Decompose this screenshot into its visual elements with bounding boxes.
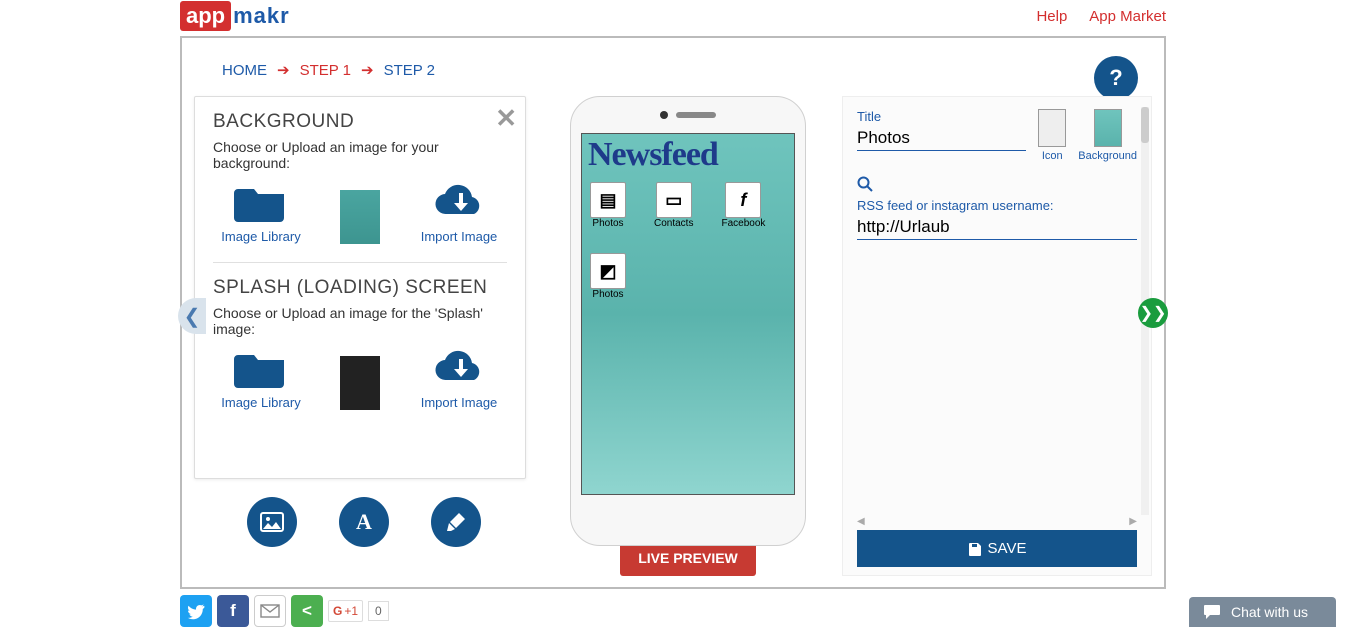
save-button[interactable]: SAVE bbox=[857, 530, 1137, 567]
cloud-download-icon bbox=[432, 347, 486, 389]
splash-thumbnail bbox=[340, 356, 380, 410]
help-link[interactable]: Help bbox=[1036, 8, 1067, 25]
breadcrumb-step2[interactable]: STEP 2 bbox=[384, 62, 435, 79]
icon-label: Icon bbox=[1042, 150, 1063, 162]
import-image-label: Import Image bbox=[421, 395, 498, 410]
brush-tool-button[interactable] bbox=[431, 497, 481, 547]
background-subtitle: Choose or Upload an image for your backg… bbox=[213, 139, 507, 171]
picture-icon bbox=[260, 512, 284, 532]
breadcrumb-arrow-icon: ➔ bbox=[277, 61, 290, 79]
title-label: Title bbox=[857, 109, 1026, 124]
app-tile-icon: ▭ bbox=[656, 182, 692, 218]
background-card: ✕ BACKGROUND Choose or Upload an image f… bbox=[194, 96, 526, 479]
splash-subtitle: Choose or Upload an image for the 'Splas… bbox=[213, 305, 507, 337]
question-icon: ? bbox=[1109, 65, 1122, 91]
splash-import-image-button[interactable]: Import Image bbox=[415, 347, 503, 410]
background-picker[interactable]: Background bbox=[1078, 109, 1137, 162]
app-tile-icon: ▤ bbox=[590, 182, 626, 218]
save-icon bbox=[968, 542, 982, 556]
cloud-download-icon bbox=[432, 181, 486, 223]
app-icon-photos-2[interactable]: ◩Photos bbox=[590, 253, 626, 300]
text-tool-button[interactable]: A bbox=[339, 497, 389, 547]
app-market-link[interactable]: App Market bbox=[1089, 8, 1166, 25]
splash-image-library-button[interactable]: Image Library bbox=[217, 347, 305, 410]
background-title: BACKGROUND bbox=[213, 111, 507, 133]
facebook-share-button[interactable]: f bbox=[217, 595, 249, 627]
app-label: Photos bbox=[592, 218, 623, 229]
folder-icon bbox=[234, 181, 288, 223]
properties-panel: Title Icon Background RSS feed or instag… bbox=[842, 96, 1152, 576]
email-share-button[interactable] bbox=[254, 595, 286, 627]
save-label: SAVE bbox=[988, 540, 1027, 557]
help-button[interactable]: ? bbox=[1094, 56, 1138, 100]
breadcrumb: HOME ➔ STEP 1 ➔ STEP 2 bbox=[194, 56, 1152, 84]
chat-label: Chat with us bbox=[1231, 604, 1308, 620]
splash-title: SPLASH (LOADING) SCREEN bbox=[213, 277, 507, 299]
phone-screen: Newsfeed ▤Photos ▭Contacts fFacebook ◩Ph… bbox=[581, 133, 795, 495]
app-tile-icon: f bbox=[725, 182, 761, 218]
phone-notch bbox=[660, 111, 716, 119]
logo[interactable]: app makr bbox=[180, 1, 290, 31]
app-label: Contacts bbox=[654, 218, 693, 229]
twitter-share-button[interactable] bbox=[180, 595, 212, 627]
tool-circle-row: A bbox=[194, 497, 534, 547]
brush-icon bbox=[445, 511, 467, 533]
chat-icon bbox=[1203, 604, 1221, 620]
phone-camera-icon bbox=[660, 111, 668, 119]
background-thumbnail bbox=[1094, 109, 1122, 147]
gplus-count: 0 bbox=[368, 601, 389, 621]
title-input[interactable] bbox=[857, 126, 1026, 151]
bg-thumbnail bbox=[340, 190, 380, 244]
icon-picker[interactable]: Icon bbox=[1038, 109, 1066, 162]
image-library-label: Image Library bbox=[221, 395, 300, 410]
twitter-icon bbox=[187, 602, 205, 620]
logo-makr: makr bbox=[233, 3, 290, 29]
newsfeed-title: Newsfeed bbox=[582, 134, 794, 176]
app-tile-icon: ◩ bbox=[590, 253, 626, 289]
phone-preview-wrap: Newsfeed ▤Photos ▭Contacts fFacebook ◩Ph… bbox=[534, 96, 842, 576]
horizontal-scrollbar[interactable]: ◀▶ bbox=[857, 516, 1137, 526]
import-image-button[interactable]: Import Image bbox=[415, 181, 503, 244]
logo-app: app bbox=[180, 1, 231, 31]
image-tool-button[interactable] bbox=[247, 497, 297, 547]
app-icon-photos[interactable]: ▤Photos bbox=[590, 182, 626, 229]
share-button[interactable]: < bbox=[291, 595, 323, 627]
rss-label: RSS feed or instagram username: bbox=[857, 198, 1137, 213]
rss-input[interactable] bbox=[857, 215, 1137, 240]
phone-frame: Newsfeed ▤Photos ▭Contacts fFacebook ◩Ph… bbox=[570, 96, 806, 546]
icon-thumbnail bbox=[1038, 109, 1066, 147]
app-icon-grid: ▤Photos ▭Contacts fFacebook ◩Photos bbox=[582, 176, 794, 306]
breadcrumb-arrow-icon: ➔ bbox=[361, 61, 374, 79]
app-label: Photos bbox=[592, 289, 623, 300]
phone-speaker-icon bbox=[676, 112, 716, 118]
folder-icon bbox=[234, 347, 288, 389]
image-library-label: Image Library bbox=[221, 229, 300, 244]
social-share-row: f < G+1 0 bbox=[180, 595, 389, 627]
app-icon-facebook[interactable]: fFacebook bbox=[721, 182, 765, 229]
current-splash-thumb[interactable] bbox=[316, 356, 404, 410]
gplus-label: +1 bbox=[344, 604, 358, 618]
divider bbox=[213, 262, 507, 263]
main-panel: HOME ➔ STEP 1 ➔ STEP 2 ? ✕ BACKGROUND Ch… bbox=[180, 36, 1166, 589]
close-icon[interactable]: ✕ bbox=[495, 103, 517, 134]
chat-widget[interactable]: Chat with us bbox=[1189, 597, 1336, 627]
share-icon: < bbox=[302, 601, 312, 621]
app-icon-contacts[interactable]: ▭Contacts bbox=[654, 182, 693, 229]
breadcrumb-step1[interactable]: STEP 1 bbox=[300, 62, 351, 79]
prev-step-button[interactable]: ❮ bbox=[178, 298, 206, 334]
app-label: Facebook bbox=[721, 218, 765, 229]
image-library-button[interactable]: Image Library bbox=[217, 181, 305, 244]
google-plus-button[interactable]: G+1 bbox=[328, 600, 363, 622]
current-bg-thumb[interactable] bbox=[316, 190, 404, 244]
import-image-label: Import Image bbox=[421, 229, 498, 244]
search-icon[interactable] bbox=[857, 176, 1137, 192]
facebook-icon: f bbox=[230, 601, 236, 621]
breadcrumb-home[interactable]: HOME bbox=[222, 62, 267, 79]
top-links: Help App Market bbox=[1036, 8, 1166, 25]
background-label: Background bbox=[1078, 150, 1137, 162]
next-step-button[interactable]: ❯❯ bbox=[1138, 298, 1168, 328]
mail-icon bbox=[260, 604, 280, 618]
